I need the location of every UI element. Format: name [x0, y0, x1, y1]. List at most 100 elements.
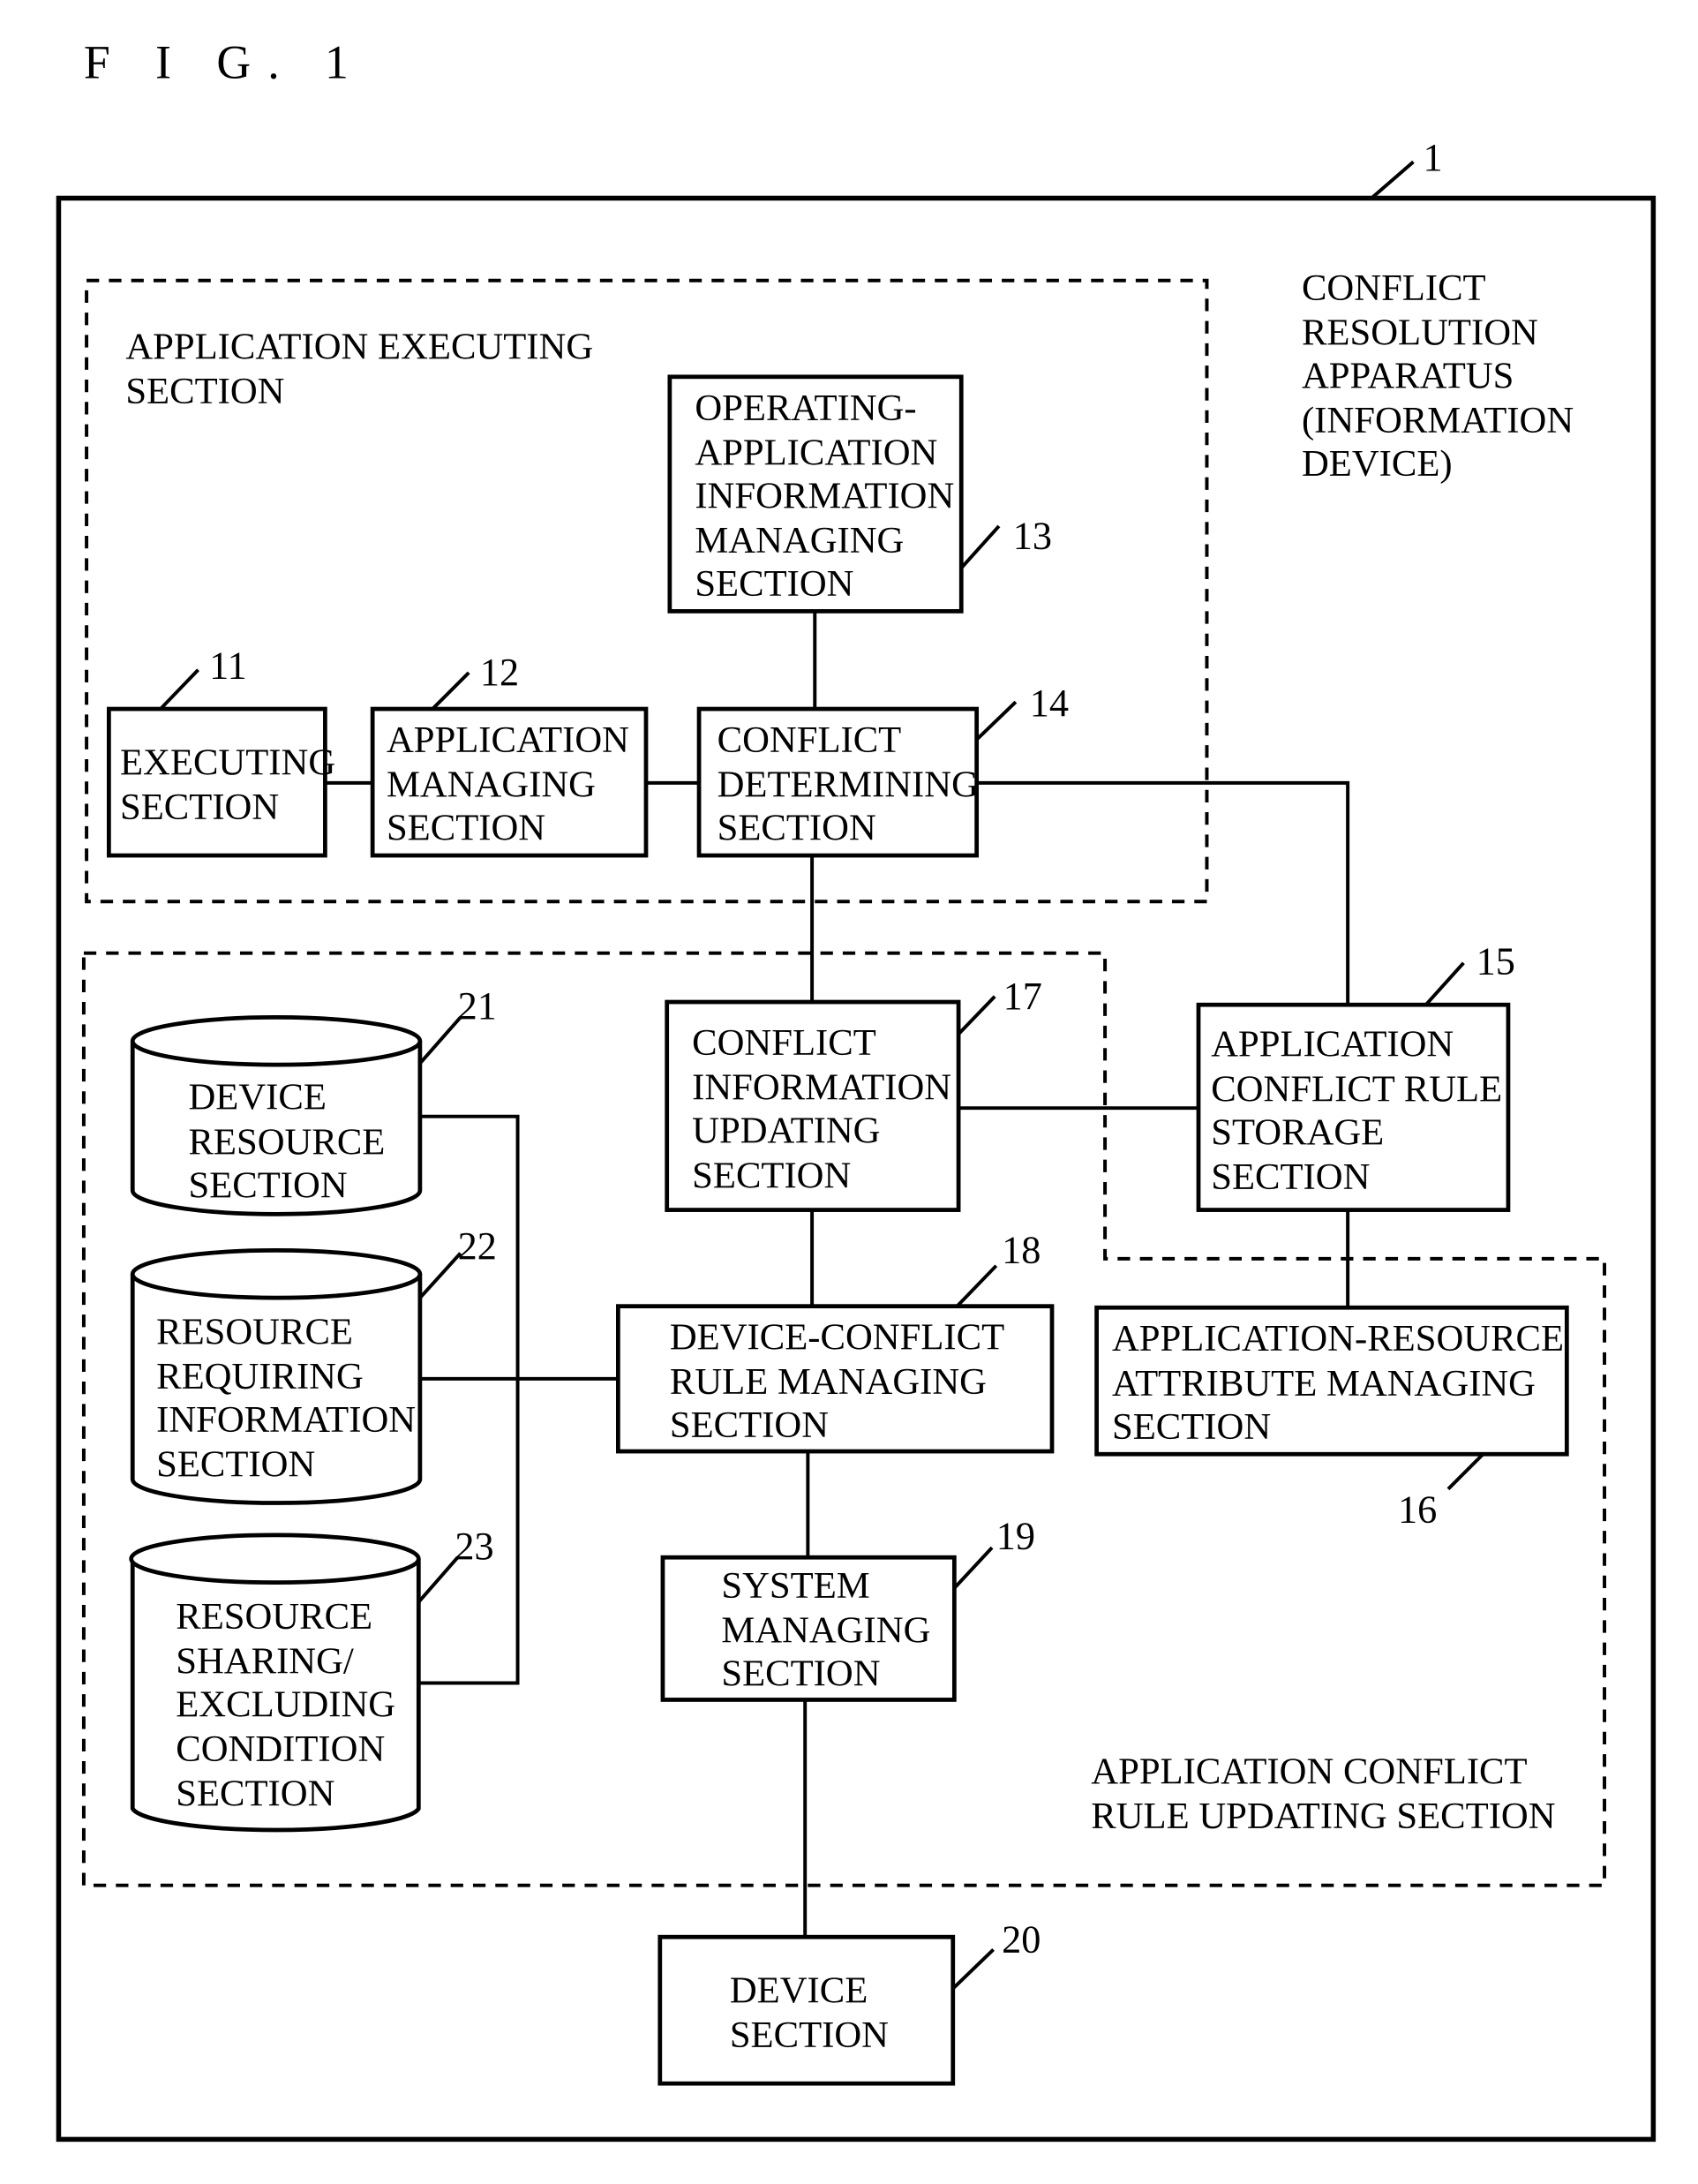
svg-text:CONFLICT: CONFLICT: [1302, 267, 1486, 309]
group-application-executing-label: APPLICATION EXECUTING SECTION: [125, 326, 593, 412]
ref-leader-15: [1424, 961, 1465, 1006]
figure-title: F I G. 1: [84, 36, 365, 89]
ref-13: 13: [1013, 514, 1052, 557]
ref-17: 17: [1003, 975, 1042, 1018]
svg-text:UPDATING: UPDATING: [692, 1111, 880, 1152]
ref-leader-20: [951, 1947, 995, 1991]
ref-21: 21: [458, 984, 497, 1028]
ref-22: 22: [458, 1224, 497, 1268]
svg-text:MANAGING: MANAGING: [721, 1610, 930, 1652]
svg-text:SECTION: SECTION: [718, 808, 876, 849]
ref-leader-12: [431, 671, 470, 711]
svg-text:INFORMATION: INFORMATION: [692, 1067, 951, 1109]
ref-15: 15: [1476, 939, 1515, 983]
svg-text:APPLICATION CONFLICT: APPLICATION CONFLICT: [1091, 1751, 1527, 1792]
wire-14-15: [976, 780, 1350, 1005]
ref-leader-18: [956, 1264, 998, 1308]
svg-text:DEVICE-CONFLICT: DEVICE-CONFLICT: [670, 1317, 1004, 1359]
svg-text:INFORMATION: INFORMATION: [695, 475, 954, 516]
svg-text:RULE MANAGING: RULE MANAGING: [670, 1361, 987, 1403]
block-executing[interactable]: EXECUTING SECTION: [106, 706, 335, 858]
wire-21-23-bus: [418, 1114, 520, 1685]
ref-19: 19: [996, 1515, 1035, 1558]
svg-text:DEVICE): DEVICE): [1302, 443, 1453, 485]
database-resource-sharing-excluding[interactable]: RESOURCE SHARING/ EXCLUDING CONDITION SE…: [129, 1533, 421, 1833]
svg-text:SHARING/: SHARING/: [176, 1640, 354, 1682]
ref-20: 20: [1002, 1918, 1041, 1962]
svg-text:SECTION: SECTION: [156, 1444, 315, 1486]
svg-text:SECTION: SECTION: [730, 2015, 889, 2056]
svg-text:SECTION: SECTION: [721, 1653, 880, 1695]
svg-text:SECTION: SECTION: [695, 563, 853, 605]
svg-text:SECTION: SECTION: [120, 787, 279, 828]
apparatus-label: CONFLICT RESOLUTION APPARATUS (INFORMATI…: [1302, 267, 1574, 485]
svg-text:SECTION: SECTION: [692, 1155, 851, 1196]
block-conflict-determining[interactable]: CONFLICT DETERMINING SECTION: [696, 706, 980, 858]
ref-leader-1: [1370, 160, 1415, 200]
block-operating-application-info-managing[interactable]: OPERATING- APPLICATION INFORMATION MANAG…: [667, 374, 964, 614]
ref-leader-16: [1446, 1452, 1484, 1491]
svg-text:APPLICATION: APPLICATION: [1211, 1024, 1454, 1066]
svg-text:CONDITION: CONDITION: [176, 1728, 385, 1770]
svg-text:SECTION: SECTION: [1112, 1406, 1271, 1448]
svg-text:SECTION: SECTION: [1211, 1156, 1370, 1198]
block-application-conflict-rule-storage[interactable]: APPLICATION CONFLICT RULE STORAGE SECTIO…: [1196, 1002, 1511, 1212]
svg-text:RULE UPDATING SECTION: RULE UPDATING SECTION: [1091, 1796, 1555, 1837]
ref-11: 11: [209, 644, 247, 687]
svg-text:EXCLUDING: EXCLUDING: [176, 1683, 395, 1725]
svg-text:APPLICATION-RESOURCE: APPLICATION-RESOURCE: [1112, 1318, 1564, 1359]
svg-text:RESOURCE: RESOURCE: [176, 1596, 372, 1638]
svg-text:DEVICE: DEVICE: [730, 1969, 868, 2011]
svg-text:RESOURCE: RESOURCE: [156, 1311, 353, 1352]
svg-text:APPLICATION: APPLICATION: [695, 432, 937, 473]
ref-leader-13: [959, 524, 1001, 569]
svg-text:DETERMINING: DETERMINING: [718, 764, 979, 806]
patent-figure: F I G. 1 1 CONFLICT RESOLUTION APPARATUS…: [56, 36, 1657, 2143]
svg-text:SECTION: SECTION: [670, 1405, 829, 1446]
block-application-managing[interactable]: APPLICATION MANAGING SECTION: [370, 706, 649, 858]
svg-text:APPLICATION EXECUTING: APPLICATION EXECUTING: [125, 326, 593, 367]
svg-text:MANAGING: MANAGING: [695, 520, 904, 561]
svg-text:APPLICATION: APPLICATION: [387, 719, 629, 761]
group-rule-updating-label: APPLICATION CONFLICT RULE UPDATING SECTI…: [1091, 1751, 1555, 1837]
svg-text:INFORMATION: INFORMATION: [156, 1399, 416, 1441]
svg-text:EXECUTING: EXECUTING: [120, 742, 335, 783]
block-device-conflict-rule-managing[interactable]: DEVICE-CONFLICT RULE MANAGING SECTION: [616, 1304, 1055, 1454]
ref-1: 1: [1424, 136, 1443, 179]
svg-text:APPARATUS: APPARATUS: [1302, 355, 1514, 396]
ref-leader-22: [418, 1252, 462, 1299]
svg-text:SECTION: SECTION: [387, 808, 545, 849]
ref-16: 16: [1398, 1488, 1437, 1532]
svg-text:REQUIRING: REQUIRING: [156, 1356, 364, 1397]
ref-leader-17: [957, 995, 996, 1036]
block-application-resource-attribute-managing[interactable]: APPLICATION-RESOURCE ATTRIBUTE MANAGING …: [1094, 1305, 1569, 1457]
svg-text:CONFLICT RULE: CONFLICT RULE: [1211, 1068, 1502, 1110]
svg-text:SECTION: SECTION: [176, 1774, 334, 1815]
svg-text:MANAGING: MANAGING: [387, 764, 596, 806]
ref-12: 12: [480, 651, 519, 694]
database-device-resource[interactable]: DEVICE RESOURCE SECTION: [130, 1015, 423, 1216]
block-conflict-info-updating[interactable]: CONFLICT INFORMATION UPDATING SECTION: [665, 999, 961, 1212]
svg-text:CONFLICT: CONFLICT: [718, 719, 902, 761]
ref-leader-11: [159, 668, 199, 711]
svg-text:STORAGE: STORAGE: [1211, 1111, 1384, 1153]
svg-text:(INFORMATION: (INFORMATION: [1302, 400, 1574, 441]
block-system-managing[interactable]: SYSTEM MANAGING SECTION: [660, 1555, 957, 1702]
ref-leader-23: [417, 1555, 460, 1604]
svg-text:RESOURCE: RESOURCE: [188, 1121, 385, 1163]
svg-text:DEVICE: DEVICE: [188, 1077, 326, 1118]
ref-leader-19: [952, 1546, 994, 1590]
database-resource-requiring-info[interactable]: RESOURCE REQUIRING INFORMATION SECTION: [130, 1248, 423, 1505]
ref-leader-21: [418, 1016, 462, 1065]
svg-text:ATTRIBUTE MANAGING: ATTRIBUTE MANAGING: [1112, 1363, 1536, 1405]
svg-text:RESOLUTION: RESOLUTION: [1302, 312, 1538, 353]
svg-text:CONFLICT: CONFLICT: [692, 1022, 876, 1064]
ref-14: 14: [1030, 682, 1069, 725]
svg-text:OPERATING-: OPERATING-: [695, 388, 916, 429]
ref-23: 23: [455, 1525, 493, 1568]
svg-text:SECTION: SECTION: [125, 371, 284, 412]
svg-text:SECTION: SECTION: [188, 1164, 347, 1206]
svg-text:SYSTEM: SYSTEM: [721, 1565, 869, 1607]
ref-leader-14: [975, 700, 1018, 742]
block-device[interactable]: DEVICE SECTION: [657, 1934, 956, 2086]
